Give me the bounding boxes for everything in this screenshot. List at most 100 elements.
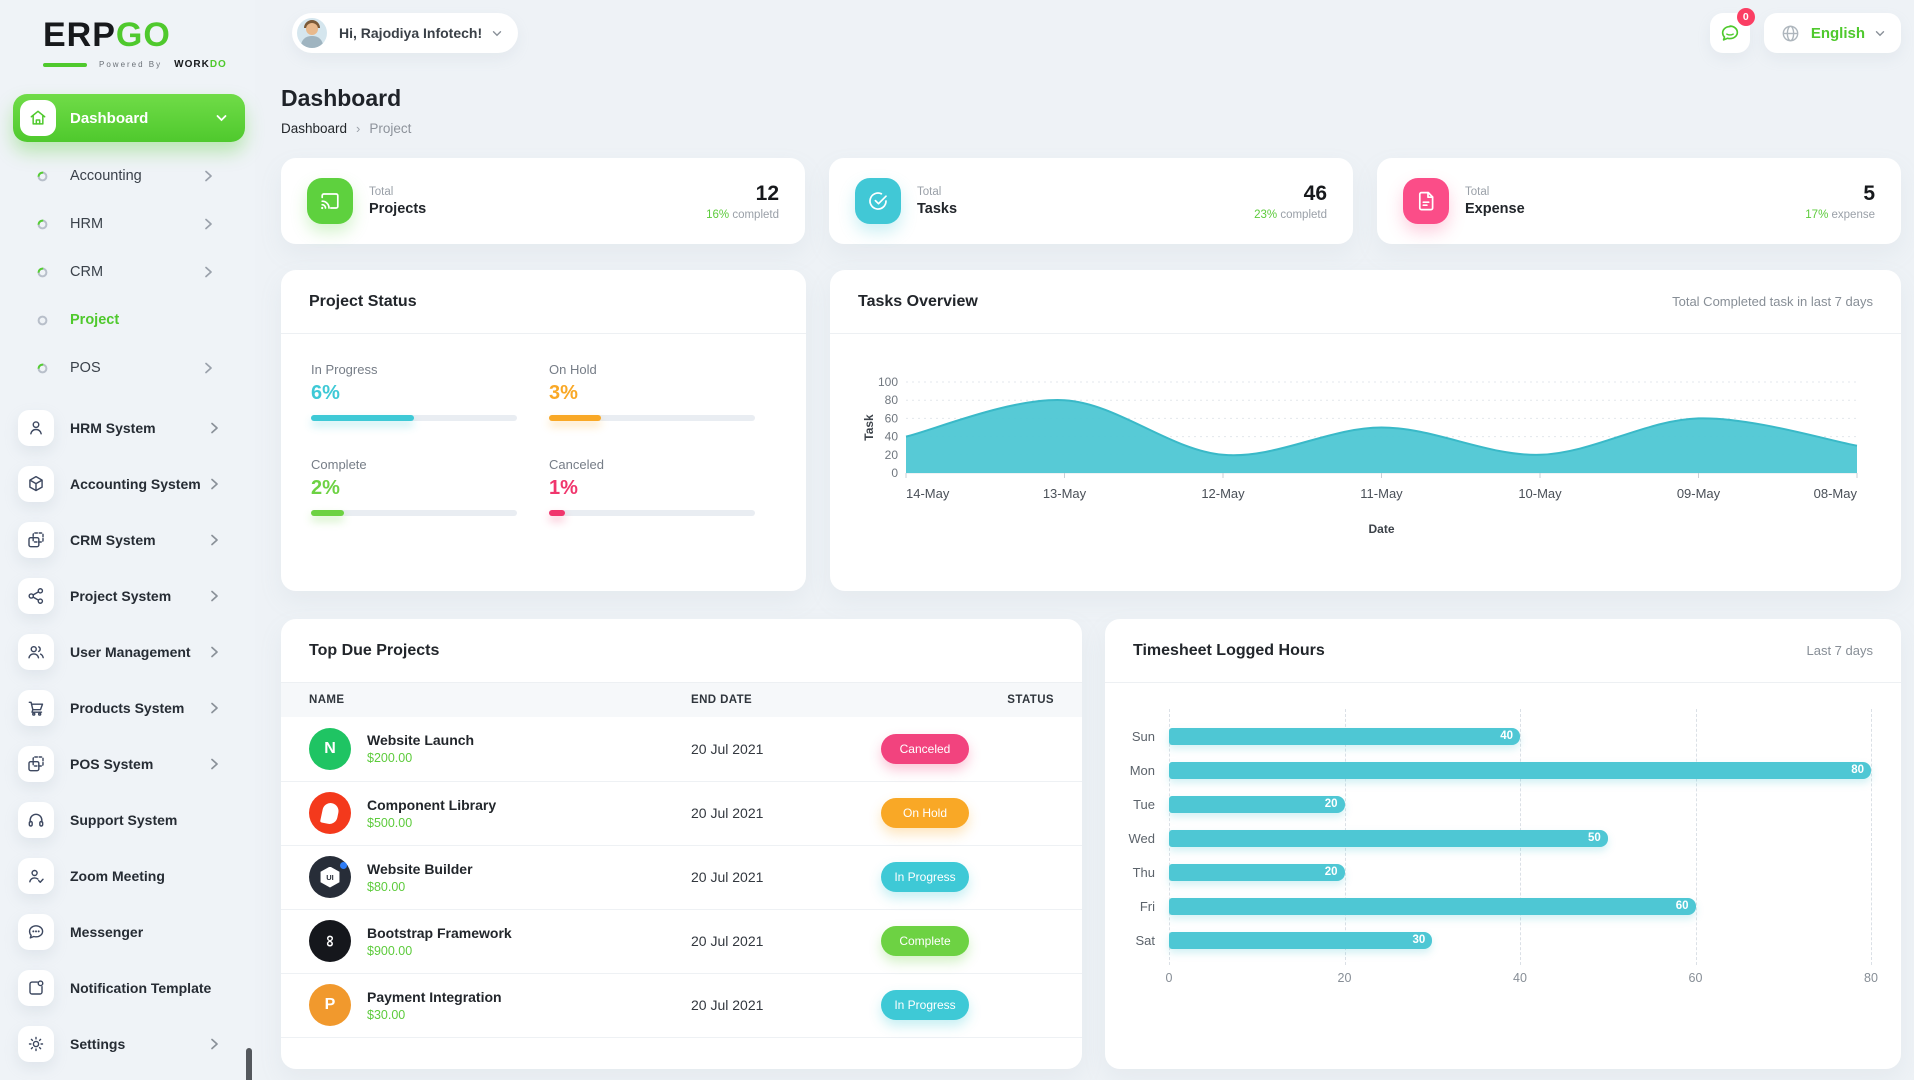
workdo-brand: WORKDO bbox=[174, 59, 227, 70]
project-amount: $500.00 bbox=[367, 815, 413, 830]
stat-value-block: 46 23% completd bbox=[1254, 182, 1327, 221]
bar-row-sun: Sun 40 bbox=[1105, 719, 1871, 753]
sidebar-item-label: CRM bbox=[70, 264, 104, 280]
user-menu-button[interactable]: Hi, Rajodiya Infotech! bbox=[292, 13, 519, 53]
gridline bbox=[1871, 709, 1872, 965]
progress-track bbox=[549, 415, 755, 421]
sidebar-item-label: POS bbox=[70, 360, 101, 376]
bar-row-tue: Tue 20 bbox=[1105, 787, 1871, 821]
svg-text:Date: Date bbox=[1368, 522, 1394, 536]
sidebar-item-dashboard[interactable]: Dashboard bbox=[13, 94, 245, 142]
petal-logo bbox=[319, 801, 341, 825]
chevron-down-icon bbox=[216, 114, 227, 122]
sidebar-item-project[interactable]: Project bbox=[0, 296, 255, 344]
svg-text:Task: Task bbox=[862, 414, 876, 441]
user-avatar bbox=[297, 18, 327, 48]
topbar-actions: 0 English bbox=[1709, 8, 1901, 53]
page-title: Dashboard bbox=[281, 85, 402, 111]
stat-labels: Total Tasks bbox=[917, 186, 957, 217]
projects-table: NAME END DATE STATUS N Website Launch $200.0… bbox=[281, 683, 1082, 1038]
axis-tick-label: 40 bbox=[1513, 971, 1527, 985]
sidebar-item-pos[interactable]: POS bbox=[0, 344, 255, 392]
tasks-overview-card: Tasks Overview Total Completed task in l… bbox=[830, 270, 1901, 591]
powered-by: Powered By WORKDO bbox=[43, 59, 255, 70]
sidebar-item-hrm-system[interactable]: HRM System bbox=[0, 400, 255, 456]
sidebar-item-label: HRM System bbox=[70, 420, 156, 436]
chevron-right-icon bbox=[210, 422, 219, 434]
sidebar-item-crm-system[interactable]: CRM System bbox=[0, 512, 255, 568]
day-label: Sun bbox=[1131, 728, 1155, 744]
bar: 50 bbox=[1169, 829, 1608, 847]
notifications-button[interactable]: 0 bbox=[1709, 8, 1755, 53]
sidebar-item-label: Messenger bbox=[70, 924, 144, 940]
stat-card-projects: Total Projects 12 16% completd bbox=[281, 158, 805, 244]
stat-card-tasks: Total Tasks 46 23% completd bbox=[829, 158, 1353, 244]
project-name: Bootstrap Framework bbox=[367, 924, 512, 941]
status-label: In Progress bbox=[311, 362, 378, 377]
status-badge: Canceled bbox=[881, 733, 969, 764]
project-link[interactable]: N Website Launch $200.00 bbox=[281, 727, 691, 770]
sidebar-scrollbar[interactable] bbox=[246, 1048, 252, 1080]
chat-icon bbox=[18, 914, 54, 950]
card-title: Tasks Overview bbox=[858, 292, 978, 310]
sidebar-item-label: Dashboard bbox=[70, 109, 149, 127]
bar-row-thu: Thu 20 bbox=[1105, 855, 1871, 889]
chevron-down-icon bbox=[492, 30, 502, 37]
sidebar-item-notification-template[interactable]: Notification Template bbox=[0, 960, 255, 1016]
sidebar-item-project-system[interactable]: Project System bbox=[0, 568, 255, 624]
sidebar-item-label: Accounting System bbox=[70, 476, 201, 492]
stat-percent: 23% completd bbox=[1254, 208, 1327, 221]
progress-track bbox=[311, 510, 517, 516]
sidebar-item-settings[interactable]: Settings bbox=[0, 1016, 255, 1072]
sidebar-item-products-system[interactable]: Products System bbox=[0, 680, 255, 736]
sidebar-item-messenger[interactable]: Messenger bbox=[0, 904, 255, 960]
sidebar-item-crm[interactable]: CRM bbox=[0, 248, 255, 296]
status-percent: 3% bbox=[549, 382, 578, 404]
day-label: Wed bbox=[1128, 830, 1156, 846]
project-amount: $80.00 bbox=[367, 879, 406, 894]
card-note: Last 7 days bbox=[1806, 643, 1874, 658]
app-logo: ERPGO bbox=[0, 0, 255, 55]
chevron-right-icon bbox=[210, 478, 219, 490]
person-check-icon bbox=[18, 858, 54, 894]
project-text: Bootstrap Framework $900.00 bbox=[367, 925, 512, 958]
bar-value-label: 40 bbox=[1500, 729, 1513, 742]
bar-value-label: 80 bbox=[1851, 763, 1864, 776]
sidebar-item-support-system[interactable]: Support System bbox=[0, 792, 255, 848]
module-menu: HRM System Accounting System CRM System Pro… bbox=[0, 400, 255, 1072]
sidebar-item-label: POS System bbox=[70, 756, 154, 772]
language-selector[interactable]: English bbox=[1763, 13, 1901, 53]
card-title: Top Due Projects bbox=[309, 641, 440, 659]
chevron-right-icon bbox=[210, 590, 219, 602]
project-name-cell: ∞ Bootstrap Framework $900.00 bbox=[281, 909, 691, 974]
status-item-in-progress: In Progress 6% bbox=[311, 362, 517, 421]
sidebar-item-label: Project bbox=[70, 312, 120, 328]
axis-tick-label: 60 bbox=[1688, 971, 1703, 985]
svg-text:14-May: 14-May bbox=[906, 486, 950, 501]
project-link[interactable]: P Payment Integration $30.00 bbox=[281, 984, 691, 1026]
breadcrumb-dashboard-link[interactable]: Dashboard bbox=[281, 121, 347, 136]
sidebar-item-pos-system[interactable]: POS System bbox=[0, 736, 255, 792]
svg-text:0: 0 bbox=[891, 466, 898, 480]
erpgo-dashboard: ERPGO Powered By WORKDO Dashboard Accoun… bbox=[0, 0, 1914, 1080]
project-link[interactable]: UI Website Builder $80.00 bbox=[281, 856, 691, 898]
svg-text:11-May: 11-May bbox=[1360, 486, 1403, 501]
sidebar-item-user-management[interactable]: User Management bbox=[0, 624, 255, 680]
svg-text:13-May: 13-May bbox=[1042, 486, 1086, 501]
sidebar-item-hrm[interactable]: HRM bbox=[0, 200, 255, 248]
sidebar-item-accounting[interactable]: Accounting bbox=[0, 152, 255, 200]
project-name-cell: UI Website Builder $80.00 bbox=[281, 845, 691, 910]
progress-fill bbox=[549, 510, 566, 516]
status-cell: On Hold bbox=[871, 781, 1082, 846]
project-link[interactable]: ∞ Bootstrap Framework $900.00 bbox=[281, 920, 691, 962]
table-row: N Website Launch $200.00 20 Jul 2021 Cancele… bbox=[281, 717, 1082, 782]
sidebar-item-label: Products System bbox=[70, 700, 185, 716]
chevron-right-icon bbox=[210, 1038, 219, 1050]
project-name-cell: Component Library $500.00 bbox=[281, 781, 691, 846]
hex-logo: UI bbox=[320, 866, 340, 888]
project-link[interactable]: Component Library $500.00 bbox=[281, 792, 691, 834]
bar-chart-x-axis: 0 20 40 60 80 bbox=[1166, 971, 1878, 991]
sidebar-item-accounting-system[interactable]: Accounting System bbox=[0, 456, 255, 512]
end-date-cell: 20 Jul 2021 bbox=[691, 909, 871, 974]
sidebar-item-zoom-meeting[interactable]: Zoom Meeting bbox=[0, 848, 255, 904]
